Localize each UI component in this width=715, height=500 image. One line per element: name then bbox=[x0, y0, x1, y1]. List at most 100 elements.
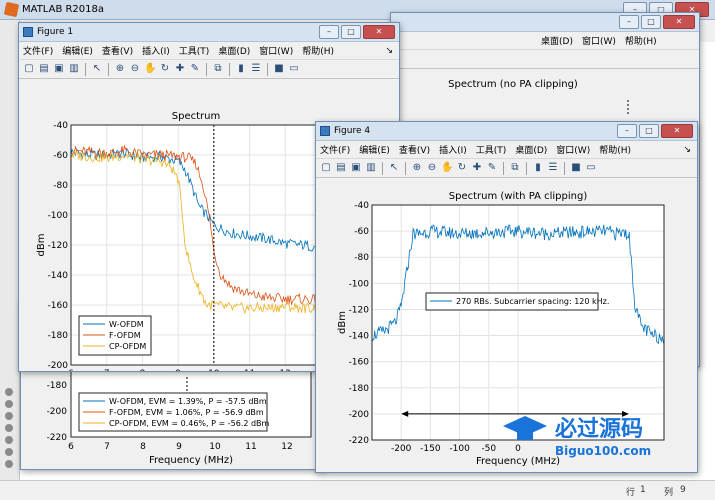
open-file-icon[interactable]: ▤ bbox=[38, 63, 50, 75]
legend-icon[interactable]: ☰ bbox=[547, 162, 559, 174]
bg2-legend: W-OFDM, EVM = 1.39%, P = -57.5 dBm F-OFD… bbox=[78, 392, 270, 432]
figure1-menubar: 文件(F) 编辑(E) 查看(V) 插入(I) 工具(T) 桌面(D) 窗口(W… bbox=[19, 42, 399, 59]
figure4-menubar: 文件(F) 编辑(E) 查看(V) 插入(I) 工具(T) 桌面(D) 窗口(W… bbox=[316, 141, 697, 158]
pan-icon[interactable]: ✋ bbox=[441, 162, 453, 174]
status-bar: 行 1 列 9 bbox=[0, 480, 715, 500]
status-row-label: 行 bbox=[626, 488, 636, 498]
y-tick-label: -180 bbox=[48, 331, 69, 341]
menu-file[interactable]: 文件(F) bbox=[23, 44, 53, 57]
bg2-ytick: -220 bbox=[47, 433, 68, 443]
zoom-out-icon[interactable]: ⊖ bbox=[129, 63, 141, 75]
y-axis-label: dBm bbox=[36, 234, 47, 257]
menu-view[interactable]: 查看(V) bbox=[102, 44, 133, 57]
toolbar-separator bbox=[526, 161, 527, 175]
menu-view[interactable]: 查看(V) bbox=[399, 143, 430, 156]
menu-window[interactable]: 窗口(W) bbox=[259, 44, 293, 57]
x-tick-label: 9 bbox=[175, 369, 181, 371]
menu-insert[interactable]: 插入(I) bbox=[439, 143, 467, 156]
zoom-in-icon[interactable]: ⊕ bbox=[114, 63, 126, 75]
show-tools-icon[interactable]: ▭ bbox=[288, 63, 300, 75]
bg-close-button[interactable]: ✕ bbox=[663, 15, 695, 29]
menu-help[interactable]: 帮助(H) bbox=[599, 143, 631, 156]
print-icon[interactable]: ▥ bbox=[68, 63, 80, 75]
fig4-maximize-button[interactable]: □ bbox=[639, 124, 659, 138]
toolbar-separator bbox=[267, 62, 268, 76]
x-tick-label: -100 bbox=[449, 444, 470, 454]
open-file-icon[interactable]: ▤ bbox=[335, 162, 347, 174]
fig1-close-button[interactable]: ✕ bbox=[363, 25, 395, 39]
brush-icon[interactable]: ✎ bbox=[486, 162, 498, 174]
new-figure-icon[interactable]: ▢ bbox=[320, 162, 332, 174]
menu-desktop[interactable]: 桌面(D) bbox=[515, 143, 547, 156]
colorbar-icon[interactable]: ▮ bbox=[235, 63, 247, 75]
pointer-icon[interactable]: ↖ bbox=[91, 63, 103, 75]
toolbar-separator bbox=[108, 62, 109, 76]
rotate-icon[interactable]: ↻ bbox=[159, 63, 171, 75]
chart-title: Spectrum bbox=[172, 111, 220, 122]
menu-desktop[interactable]: 桌面(D) bbox=[541, 34, 573, 47]
figure4-titlebar[interactable]: Figure 4 – □ ✕ bbox=[316, 122, 697, 141]
fig1-minimize-button[interactable]: – bbox=[319, 25, 339, 39]
brush-icon[interactable]: ✎ bbox=[189, 63, 201, 75]
menu-file[interactable]: 文件(F) bbox=[320, 143, 350, 156]
show-tools-icon[interactable]: ▭ bbox=[585, 162, 597, 174]
fig1-maximize-button[interactable]: □ bbox=[341, 25, 361, 39]
pointer-icon[interactable]: ↖ bbox=[388, 162, 400, 174]
watermark-logo: 必过源码 Biguo100.com bbox=[495, 408, 680, 460]
fig4-close-button[interactable]: ✕ bbox=[661, 124, 693, 138]
rotate-icon[interactable]: ↻ bbox=[456, 162, 468, 174]
bg-menubar: 桌面(D) 窗口(W) 帮助(H) bbox=[391, 32, 699, 49]
zoom-out-icon[interactable]: ⊖ bbox=[426, 162, 438, 174]
watermark-url: Biguo100.com bbox=[555, 444, 651, 458]
panel-marker-icon bbox=[5, 448, 13, 456]
menu-help[interactable]: 帮助(H) bbox=[625, 34, 657, 47]
y-axis-label: dBm bbox=[337, 311, 348, 334]
link-plot-icon[interactable]: ⧉ bbox=[509, 162, 521, 174]
y-tick-label: -40 bbox=[354, 201, 369, 211]
menu-desktop[interactable]: 桌面(D) bbox=[218, 44, 250, 57]
x-tick-label: -200 bbox=[391, 444, 412, 454]
print-icon[interactable]: ▥ bbox=[365, 162, 377, 174]
legend-label: F-OFDM bbox=[109, 331, 141, 340]
menu-edit[interactable]: 编辑(E) bbox=[359, 143, 390, 156]
bg2-xtick: 12 bbox=[281, 442, 292, 452]
y-tick-label: -200 bbox=[48, 361, 69, 371]
toolbar-separator bbox=[564, 161, 565, 175]
menu-tools[interactable]: 工具(T) bbox=[179, 44, 210, 57]
fig4-minimize-button[interactable]: – bbox=[617, 124, 637, 138]
menu-window[interactable]: 窗口(W) bbox=[582, 34, 616, 47]
pan-icon[interactable]: ✋ bbox=[144, 63, 156, 75]
data-cursor-icon[interactable]: ✚ bbox=[174, 63, 186, 75]
y-tick-label: -120 bbox=[48, 241, 69, 251]
figure1-titlebar[interactable]: Figure 1 – □ ✕ bbox=[19, 23, 399, 42]
menu-tools[interactable]: 工具(T) bbox=[476, 143, 507, 156]
menu-window[interactable]: 窗口(W) bbox=[556, 143, 590, 156]
data-cursor-icon[interactable]: ✚ bbox=[471, 162, 483, 174]
y-tick-label: -100 bbox=[48, 211, 69, 221]
new-figure-icon[interactable]: ▢ bbox=[23, 63, 35, 75]
toolbar-separator bbox=[503, 161, 504, 175]
save-icon[interactable]: ▣ bbox=[350, 162, 362, 174]
hide-tools-icon[interactable]: ■ bbox=[570, 162, 582, 174]
dock-icon[interactable]: ↘ bbox=[385, 46, 393, 56]
dock-icon[interactable]: ↘ bbox=[683, 145, 691, 155]
hide-tools-icon[interactable]: ■ bbox=[273, 63, 285, 75]
menu-edit[interactable]: 编辑(E) bbox=[62, 44, 93, 57]
save-icon[interactable]: ▣ bbox=[53, 63, 65, 75]
menu-help[interactable]: 帮助(H) bbox=[302, 44, 334, 57]
legend-icon[interactable]: ☰ bbox=[250, 63, 262, 75]
bg2-legend-label: F-OFDM, EVM = 1.06%, P = -56.9 dBm bbox=[109, 408, 264, 417]
bg2-xtick: 6 bbox=[68, 442, 74, 452]
x-tick-label: 10 bbox=[208, 369, 220, 371]
panel-marker-icon bbox=[5, 460, 13, 468]
zoom-in-icon[interactable]: ⊕ bbox=[411, 162, 423, 174]
bg-minimize-button[interactable]: – bbox=[619, 15, 639, 29]
bg-maximize-button[interactable]: □ bbox=[641, 15, 661, 29]
menu-insert[interactable]: 插入(I) bbox=[142, 44, 170, 57]
x-tick-label: 8 bbox=[140, 369, 146, 371]
y-tick-label: -140 bbox=[349, 332, 370, 342]
bg2-xlabel: Frequency (MHz) bbox=[149, 455, 233, 466]
link-plot-icon[interactable]: ⧉ bbox=[212, 63, 224, 75]
colorbar-icon[interactable]: ▮ bbox=[532, 162, 544, 174]
toolbar-separator bbox=[405, 161, 406, 175]
